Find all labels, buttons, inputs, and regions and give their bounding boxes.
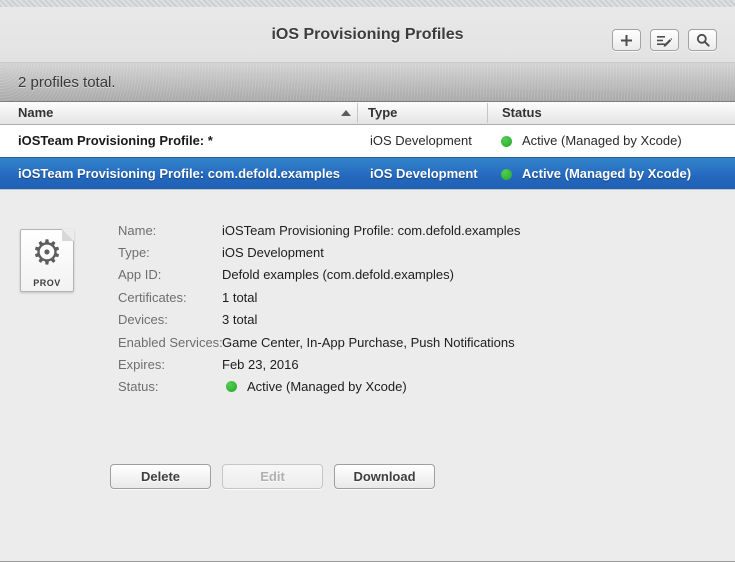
provisioning-profile-file-icon: ⚙ PROV	[20, 229, 74, 292]
field-label: Expires:	[118, 357, 165, 373]
status-active-dot	[501, 169, 512, 180]
field-value: iOSTeam Provisioning Profile: com.defold…	[222, 222, 521, 238]
field-value: 3 total	[222, 312, 258, 328]
field-value: Active (Managed by Xcode)	[247, 379, 407, 395]
profile-type: iOS Development	[370, 133, 472, 148]
field-label: Name:	[118, 222, 157, 238]
field-name: Name: iOSTeam Provisioning Profile: com.…	[118, 219, 520, 241]
window-top-texture	[0, 0, 735, 7]
titlebar: iOS Provisioning Profiles	[0, 7, 735, 62]
field-devices: Devices: 3 total	[118, 309, 520, 331]
edit-profiles-button[interactable]	[650, 29, 679, 51]
profile-name: iOSTeam Provisioning Profile: com.defold…	[18, 166, 340, 181]
plus-icon	[620, 34, 633, 47]
compose-icon	[657, 34, 672, 47]
table-row-profile-wildcard[interactable]: iOSTeam Provisioning Profile: * iOS Deve…	[0, 125, 735, 157]
status-active-dot	[226, 381, 237, 393]
table-header: Name Type Status	[0, 101, 735, 125]
search-button[interactable]	[688, 29, 717, 51]
field-value: Defold examples (com.defold.examples)	[222, 267, 454, 283]
profile-type: iOS Development	[370, 166, 478, 181]
gear-icon: ⚙	[31, 233, 63, 273]
field-label: Certificates:	[118, 289, 187, 305]
profile-status: Active (Managed by Xcode)	[522, 166, 692, 181]
detail-fields: Name: iOSTeam Provisioning Profile: com.…	[118, 219, 520, 398]
field-app-id: App ID: Defold examples (com.defold.exam…	[118, 264, 520, 286]
column-divider	[357, 103, 358, 123]
download-button[interactable]: Download	[334, 464, 435, 489]
field-value: Feb 23, 2016	[222, 357, 299, 373]
action-buttons: Delete Edit Download	[110, 464, 435, 489]
edit-button[interactable]: Edit	[222, 464, 323, 489]
column-header-status[interactable]: Status	[502, 102, 542, 124]
status-active-dot	[501, 136, 512, 147]
provisioning-profiles-window: iOS Provisioning Profiles 2 profiles tot…	[0, 0, 735, 562]
field-value: iOS Development	[222, 245, 324, 261]
column-header-type[interactable]: Type	[368, 102, 397, 124]
field-enabled-services: Enabled Services: Game Center, In-App Pu…	[118, 331, 520, 353]
summary-bar: 2 profiles total.	[0, 62, 735, 101]
profile-name: iOSTeam Provisioning Profile: *	[18, 133, 213, 148]
field-type: Type: iOS Development	[118, 241, 520, 263]
field-label: Type:	[118, 245, 150, 261]
profile-status: Active (Managed by Xcode)	[522, 133, 682, 148]
field-label: Devices:	[118, 312, 168, 328]
search-icon	[696, 33, 710, 47]
profiles-count-text: 2 profiles total.	[18, 73, 116, 91]
field-label: Status:	[118, 379, 159, 395]
sort-ascending-icon	[341, 110, 351, 116]
field-value: Game Center, In-App Purchase, Push Notif…	[222, 334, 515, 350]
field-value: 1 total	[222, 289, 258, 305]
detail-pane: ⚙ PROV Name: iOSTeam Provisioning Profil…	[0, 189, 735, 561]
field-certificates: Certificates: 1 total	[118, 286, 520, 308]
field-label: Enabled Services:	[118, 334, 223, 350]
prov-file-label: PROV	[33, 278, 61, 288]
column-divider	[487, 103, 488, 123]
field-status: Status: Active (Managed by Xcode)	[118, 376, 520, 398]
field-expires: Expires: Feb 23, 2016	[118, 353, 520, 375]
add-profile-button[interactable]	[612, 29, 641, 51]
table-row-profile-defold-selected[interactable]: iOSTeam Provisioning Profile: com.defold…	[0, 157, 735, 189]
column-header-name[interactable]: Name	[18, 102, 53, 124]
field-label: App ID:	[118, 267, 162, 283]
delete-button[interactable]: Delete	[110, 464, 211, 489]
